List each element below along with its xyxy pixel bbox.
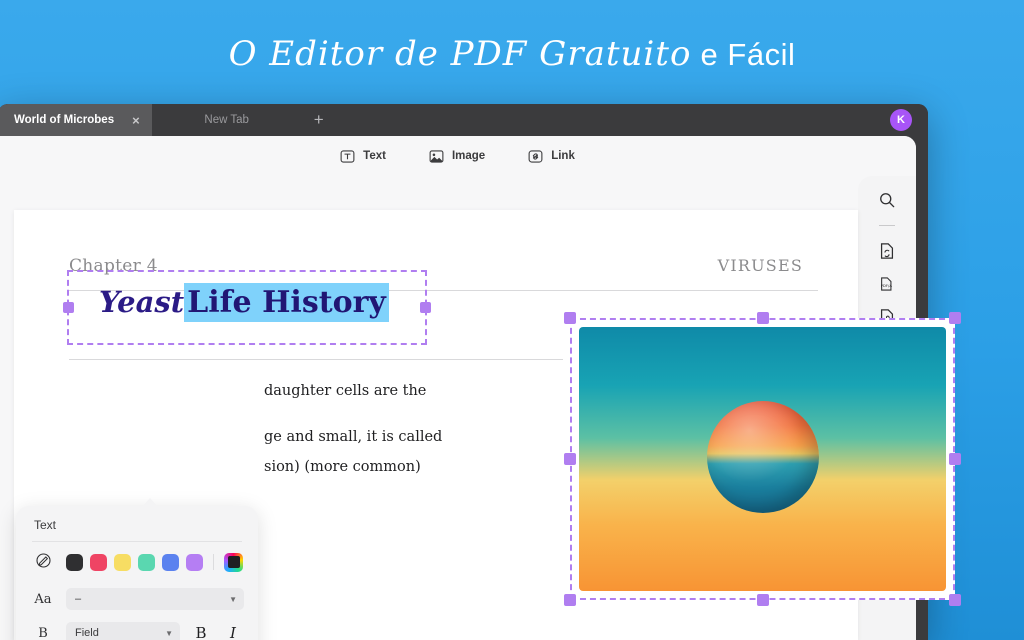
toolbar-item-link[interactable]: Link — [527, 148, 575, 165]
close-icon[interactable]: × — [132, 114, 140, 127]
text-style-icon: B — [38, 625, 48, 640]
tab-label: World of Microbes — [14, 114, 115, 126]
color-palette-icon-glyph — [35, 552, 51, 568]
resize-handle-northwest[interactable] — [564, 312, 576, 324]
svg-text:PDF/A: PDF/A — [881, 283, 893, 288]
color-swatch-yellow[interactable] — [114, 553, 131, 571]
swatch-divider — [213, 554, 214, 570]
tab-bar: World of Microbes × New Tab + K — [0, 104, 928, 136]
resize-handle-east[interactable] — [420, 301, 431, 313]
toolbar-item-label: Text — [363, 150, 386, 162]
search-icon[interactable] — [877, 190, 897, 210]
resize-handle-southwest[interactable] — [564, 594, 576, 606]
tab-world-of-microbes[interactable]: World of Microbes × — [0, 104, 152, 136]
color-swatch-purple[interactable] — [186, 553, 203, 571]
chevron-down-icon: ▼ — [165, 628, 173, 638]
image-content — [579, 327, 946, 591]
field-value: Field — [75, 627, 99, 639]
title-script-part: Yeast — [99, 285, 185, 319]
font-family-row: Aa – ▼ — [16, 582, 258, 616]
text-box-icon — [340, 149, 355, 163]
sidebar-divider — [879, 225, 895, 226]
font-family-icon: Aa — [34, 591, 52, 607]
toolbar-item-text[interactable]: Text — [339, 148, 386, 165]
color-swatches — [66, 552, 243, 572]
chevron-down-icon: ▼ — [229, 594, 237, 604]
color-swatch-green[interactable] — [138, 553, 155, 571]
tab-label: New Tab — [204, 114, 249, 126]
link-icon — [528, 149, 543, 163]
font-family-value: – — [75, 593, 82, 605]
resize-handle-south[interactable] — [756, 594, 769, 606]
headline-plain-part: e Fácil — [691, 37, 796, 72]
font-family-select[interactable]: – ▼ — [66, 588, 244, 610]
image-selection-frame — [570, 318, 955, 600]
text-format-panel: Text Aa – ▼ B Field ▼ B I — [16, 498, 258, 640]
section-label: VIRUSES — [717, 256, 803, 275]
color-row — [16, 542, 258, 582]
color-palette-icon[interactable] — [30, 552, 56, 573]
resize-handle-southeast[interactable] — [949, 594, 961, 606]
image-icon — [429, 149, 444, 163]
text-style-row: B Field ▼ B I — [16, 616, 258, 640]
document-title: Yeast Life History — [99, 283, 389, 322]
toolbar-item-label: Image — [451, 150, 486, 162]
title-rule — [69, 359, 563, 360]
toolbar-item-image[interactable]: Image — [428, 148, 485, 165]
avatar[interactable]: K — [890, 109, 912, 131]
resize-handle-northeast[interactable] — [949, 312, 961, 324]
resize-handle-east[interactable] — [949, 453, 961, 465]
tab-new-tab[interactable]: New Tab — [152, 104, 302, 136]
headline-script-part: O Editor de PDF Gratuito — [228, 34, 692, 74]
bold-button[interactable]: B — [190, 624, 212, 640]
promo-headline: O Editor de PDF Gratuito e Fácil — [0, 34, 1024, 74]
selected-text-box[interactable]: Yeast Life History — [63, 270, 431, 345]
resize-handle-west[interactable] — [564, 453, 576, 465]
editor-toolbar: Text Image Link — [0, 136, 916, 176]
field-select[interactable]: Field ▼ — [66, 622, 180, 640]
resize-handle-north[interactable] — [756, 312, 769, 324]
resize-handle-west[interactable] — [63, 301, 74, 313]
color-swatch-red[interactable] — [90, 553, 107, 571]
pdfa-doc-icon[interactable]: PDF/A — [877, 274, 897, 294]
italic-button[interactable]: I — [222, 624, 244, 640]
panel-pointer — [141, 498, 159, 508]
toolbar-item-label: Link — [551, 150, 575, 162]
color-swatch-blue[interactable] — [162, 553, 179, 571]
title-selected-part: Life History — [184, 283, 389, 322]
panel-title: Text — [34, 518, 57, 532]
selected-image-object[interactable] — [564, 312, 961, 606]
color-swatch-black[interactable] — [66, 553, 83, 571]
sphere-graphic — [706, 401, 819, 513]
convert-doc-icon[interactable] — [877, 241, 897, 261]
custom-color-picker[interactable] — [224, 552, 243, 572]
new-tab-button[interactable]: + — [302, 104, 336, 136]
